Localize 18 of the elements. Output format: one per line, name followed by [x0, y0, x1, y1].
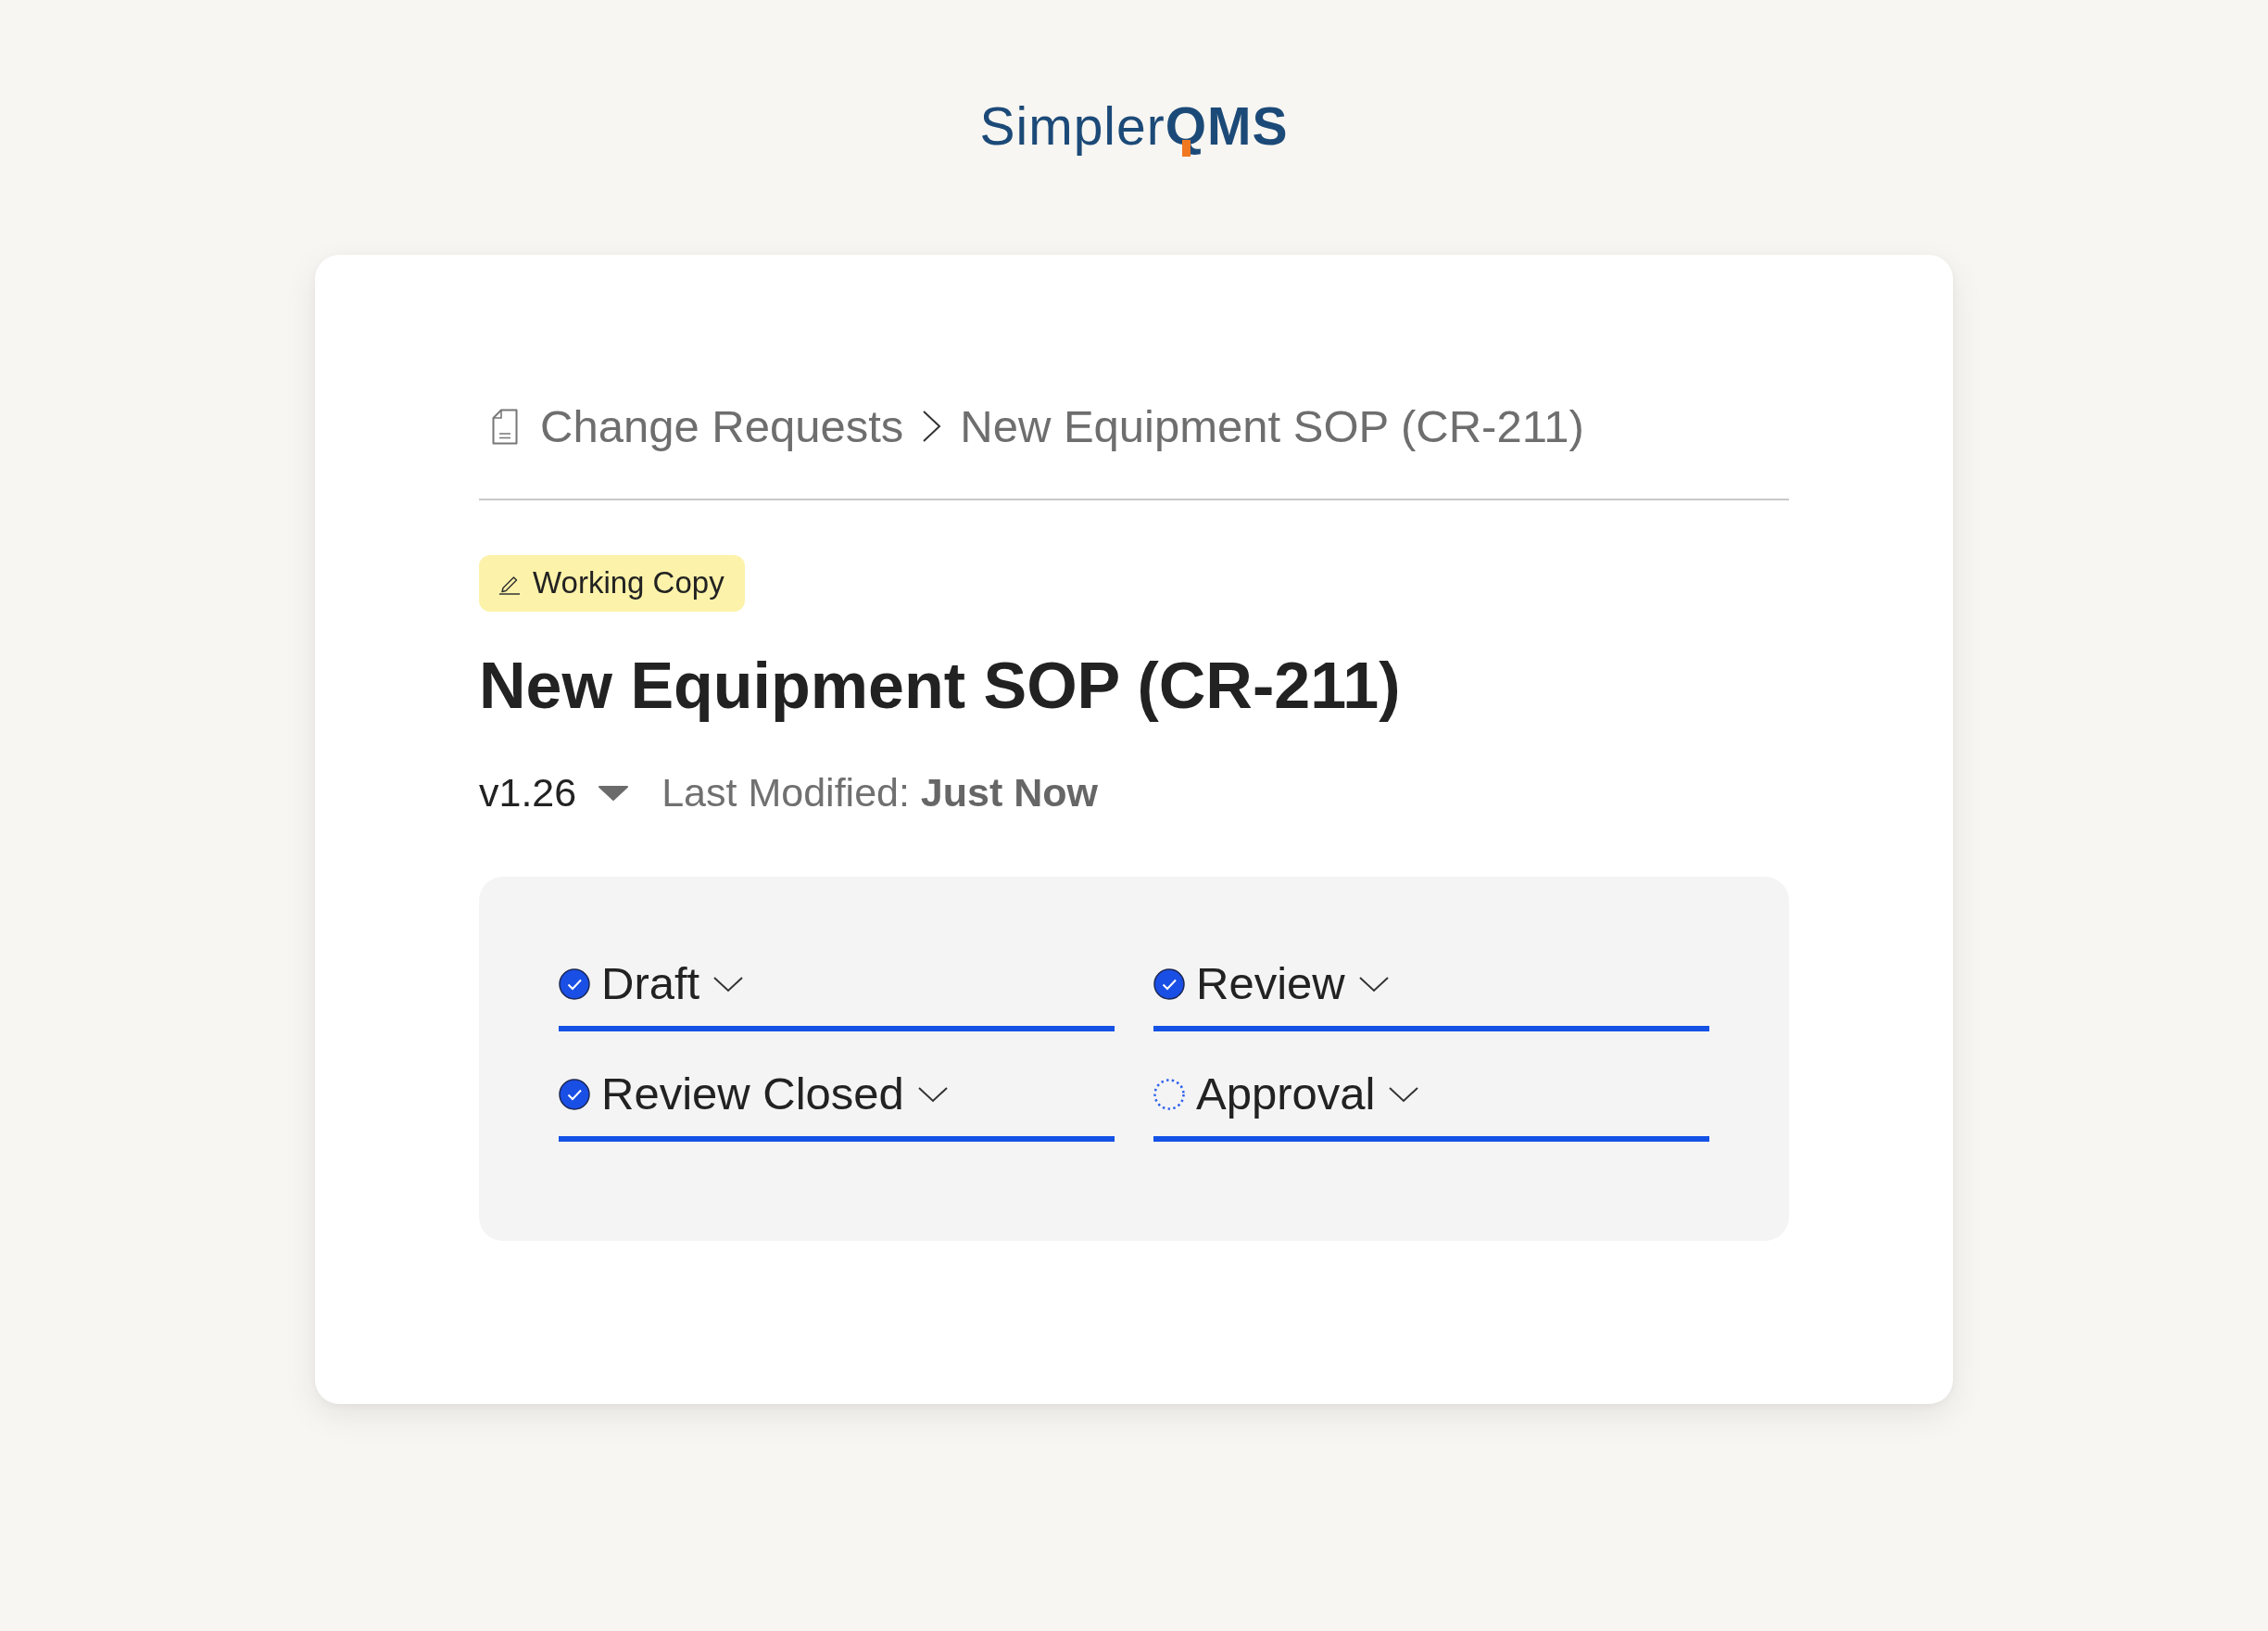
chevron-down-icon	[1357, 975, 1390, 993]
caret-down-icon	[598, 784, 630, 802]
chevron-right-icon	[922, 410, 942, 444]
page-title: New Equipment SOP (CR-211)	[479, 648, 1401, 724]
breadcrumb-current: New Equipment SOP (CR-211)	[960, 399, 1584, 453]
chevron-down-icon	[916, 1085, 949, 1103]
breadcrumb-link[interactable]: Change Requests	[540, 398, 904, 454]
version-dropdown[interactable]: v1.26	[479, 768, 630, 817]
chevron-down-icon	[712, 975, 745, 993]
document-icon	[492, 408, 518, 445]
last-modified-text: Last Modified: Just Now	[662, 768, 1098, 816]
stage-dropdown[interactable]: Review	[1153, 956, 1709, 1032]
chevron-down-icon	[1388, 1085, 1420, 1103]
logo: SimplerQMS	[979, 95, 1289, 158]
stage-dropdown[interactable]: Approval	[1153, 1067, 1709, 1142]
stage-dropdown[interactable]: Review Closed	[559, 1067, 1115, 1142]
stage-dropdown[interactable]: Draft	[559, 956, 1115, 1032]
status-label: Working Copy	[533, 565, 724, 601]
